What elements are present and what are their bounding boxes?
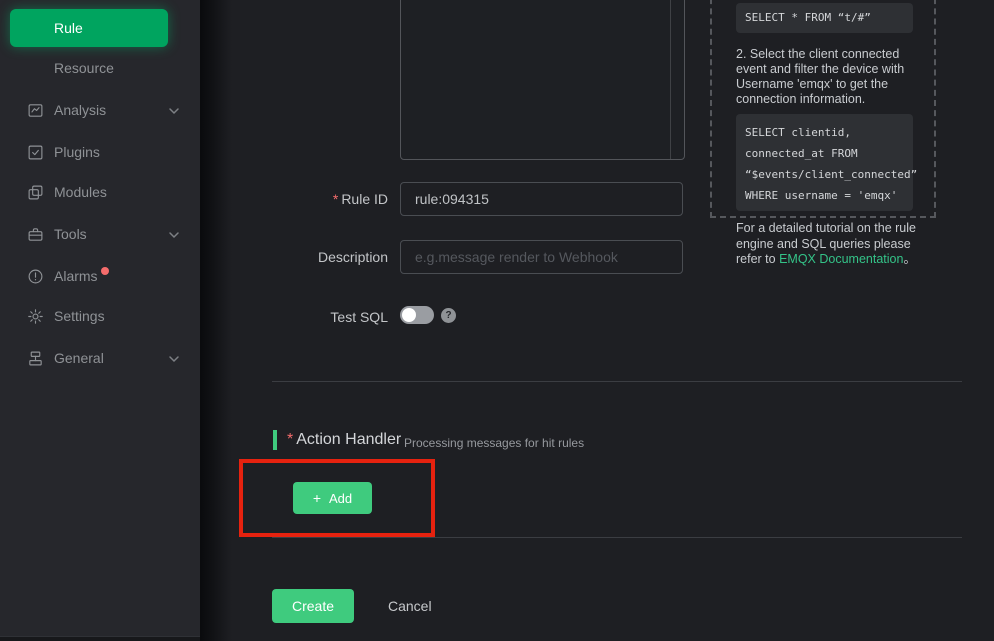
sql-example-2-line: SELECT clientid, [745, 122, 913, 143]
analysis-chart-icon [27, 102, 44, 119]
sidebar-item-label: Modules [54, 184, 107, 200]
modules-copy-icon [27, 184, 44, 201]
description-label: Description [240, 249, 388, 265]
editor-scrollbar-gutter[interactable] [670, 0, 671, 159]
required-asterisk: * [287, 431, 293, 448]
sidebar-item-modules[interactable]: Modules [0, 172, 200, 212]
create-button[interactable]: Create [272, 589, 354, 623]
chevron-down-icon [168, 104, 180, 116]
cancel-button[interactable]: Cancel [388, 589, 432, 623]
sidebar-item-label: Tools [54, 226, 87, 242]
plus-icon [313, 490, 321, 506]
section-divider [272, 381, 962, 382]
general-layers-icon [27, 350, 44, 367]
sidebar-item-label: Analysis [54, 102, 106, 118]
sql-editor-textarea[interactable] [400, 0, 685, 160]
sidebar-item-analysis[interactable]: Analysis [0, 90, 200, 130]
sidebar-item-general[interactable]: General [0, 338, 200, 378]
test-sql-label: Test SQL [240, 309, 388, 325]
settings-gear-icon [27, 308, 44, 325]
rule-id-label: *Rule ID [240, 191, 388, 207]
chevron-down-icon [168, 228, 180, 240]
sidebar-item-label: Alarms [54, 268, 98, 284]
sql-example-2: SELECT clientid, connected_at FROM “$eve… [736, 114, 913, 211]
sidebar-item-label: General [54, 350, 104, 366]
rule-active-button[interactable]: Rule [10, 9, 168, 47]
chevron-down-icon [168, 352, 180, 364]
sql-example-2-line: WHERE username = 'emqx' [745, 185, 913, 206]
sidebar-bottom-scrollbar[interactable] [0, 636, 200, 641]
required-asterisk: * [333, 191, 338, 207]
sidebar-item-plugins[interactable]: Plugins [0, 132, 200, 172]
sidebar-item-label: Resource [54, 60, 114, 76]
emqx-documentation-link[interactable]: EMQX Documentation [779, 252, 903, 266]
plugins-check-icon [27, 144, 44, 161]
sql-example-2-line: “$events/client_connected” [745, 164, 913, 185]
question-mark-icon[interactable] [441, 308, 456, 323]
action-handler-title: *Action Handler [287, 431, 401, 449]
sidebar-item-alarms[interactable]: Alarms [0, 256, 200, 296]
emqx-dashboard-rule-create-page: Rule Resource Analysis Plugins Mo [0, 0, 994, 641]
tutorial-text: For a detailed tutorial on the rule engi… [736, 221, 926, 268]
alarm-badge-dot [101, 267, 109, 275]
sidebar-item-label: Plugins [54, 144, 100, 160]
sidebar-item-tools[interactable]: Tools [0, 214, 200, 254]
action-handler-subtitle: Processing messages for hit rules [404, 436, 584, 450]
sidebar: Rule Resource Analysis Plugins Mo [0, 0, 200, 641]
help-tip-2: 2. Select the client connected event and… [736, 47, 928, 107]
sql-example-2-line: connected_at FROM [745, 143, 913, 164]
section-accent-bar [273, 430, 277, 450]
toggle-knob [402, 308, 416, 322]
section-divider [272, 537, 962, 538]
add-button-label: Add [329, 491, 352, 506]
sidebar-shadow [200, 0, 232, 641]
alarm-exclamation-icon [27, 268, 44, 285]
sidebar-item-resource[interactable]: Resource [0, 48, 200, 88]
sidebar-item-rule[interactable]: Rule [0, 9, 200, 47]
test-sql-toggle[interactable] [400, 306, 434, 324]
sidebar-item-label: Rule [54, 20, 83, 36]
add-action-button[interactable]: Add [293, 482, 372, 514]
sidebar-item-settings[interactable]: Settings [0, 296, 200, 336]
tools-briefcase-icon [27, 226, 44, 243]
rule-id-input[interactable] [400, 182, 683, 216]
sidebar-item-label: Settings [54, 308, 105, 324]
sql-example-1: SELECT * FROM “t/#” [736, 3, 913, 33]
description-input[interactable] [400, 240, 683, 274]
